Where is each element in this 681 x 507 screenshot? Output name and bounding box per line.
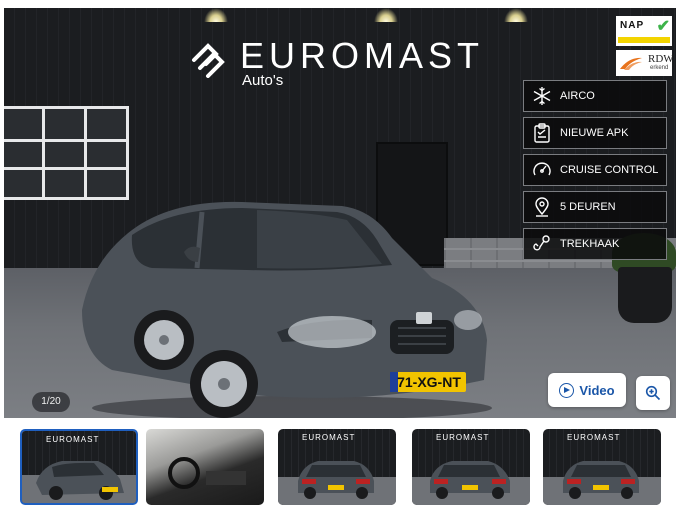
feature-label: AIRCO [560, 90, 595, 102]
ceiling-lamp [374, 8, 398, 22]
thumb-logo: EUROMAST [436, 433, 490, 442]
feature-trekhaak: TREKHAAK [523, 228, 667, 260]
tow-hook-icon [524, 229, 560, 259]
feature-cruise-control: CRUISE CONTROL [523, 154, 667, 186]
location-pin-icon [524, 192, 560, 222]
zoom-in-icon [645, 385, 661, 401]
feature-airco: AIRCO [523, 80, 667, 112]
rdw-badge: RDW erkend [616, 50, 674, 76]
feature-label: TREKHAAK [560, 238, 620, 250]
nap-badge: NAP ✔ [616, 16, 672, 46]
brand-name: EUROMAST [240, 35, 485, 76]
video-label: Video [579, 382, 615, 398]
speedometer-icon [524, 155, 560, 185]
brand-subtitle: Auto's [242, 72, 284, 89]
euromast-logo-icon [192, 43, 225, 78]
car-thumbnail [563, 461, 639, 499]
check-icon: ✔ [656, 18, 670, 35]
photo-viewer[interactable]: EUROMAST Auto's NAP ✔ RDW erkend AIRCO N… [4, 8, 676, 418]
feature-list: AIRCO NIEUWE APK CRUISE CONTROL 5 DEUREN… [523, 80, 667, 265]
thumbnail-5[interactable]: EUROMAST [543, 429, 661, 505]
ceiling-lamp [204, 8, 228, 22]
thumb-logo: EUROMAST [302, 433, 356, 442]
clipboard-check-icon [524, 118, 560, 148]
zoom-button[interactable] [636, 376, 670, 410]
snowflake-icon [524, 81, 560, 111]
license-plate: 71-XG-NT [397, 374, 461, 390]
thumbnail-2[interactable] [146, 429, 264, 505]
feature-apk: NIEUWE APK [523, 117, 667, 149]
thumbnail-4[interactable]: EUROMAST [412, 429, 530, 505]
play-icon [559, 382, 575, 398]
garage-window [4, 106, 129, 200]
car-thumbnail [36, 461, 124, 500]
car-thumbnail [298, 461, 374, 499]
thumbnail-1[interactable]: EUROMAST [20, 429, 138, 505]
thumb-logo: EUROMAST [46, 435, 100, 444]
rdw-title: RDW [648, 53, 674, 65]
feature-doors: 5 DEUREN [523, 191, 667, 223]
car-photo: 71-XG-NT [82, 201, 492, 418]
rdw-subtitle: erkend [650, 65, 669, 71]
thumb-logo: EUROMAST [567, 433, 621, 442]
nap-text: NAP [620, 20, 645, 31]
car-thumbnail [430, 461, 510, 499]
brand-logo: EUROMAST Auto's [186, 35, 485, 89]
rdw-swoosh-icon [620, 57, 642, 70]
feature-label: 5 DEUREN [560, 201, 616, 213]
feature-label: CRUISE CONTROL [560, 164, 659, 176]
video-button[interactable]: Video [548, 373, 626, 407]
interior-thumbnail [168, 457, 246, 489]
ceiling-lamp [504, 8, 528, 22]
photo-counter: 1/20 [32, 392, 70, 412]
feature-label: NIEUWE APK [560, 127, 629, 139]
thumbnail-strip: EUROMAST EUROMAST EUROMAST EUROMAST [20, 429, 670, 505]
thumbnail-3[interactable]: EUROMAST [278, 429, 396, 505]
